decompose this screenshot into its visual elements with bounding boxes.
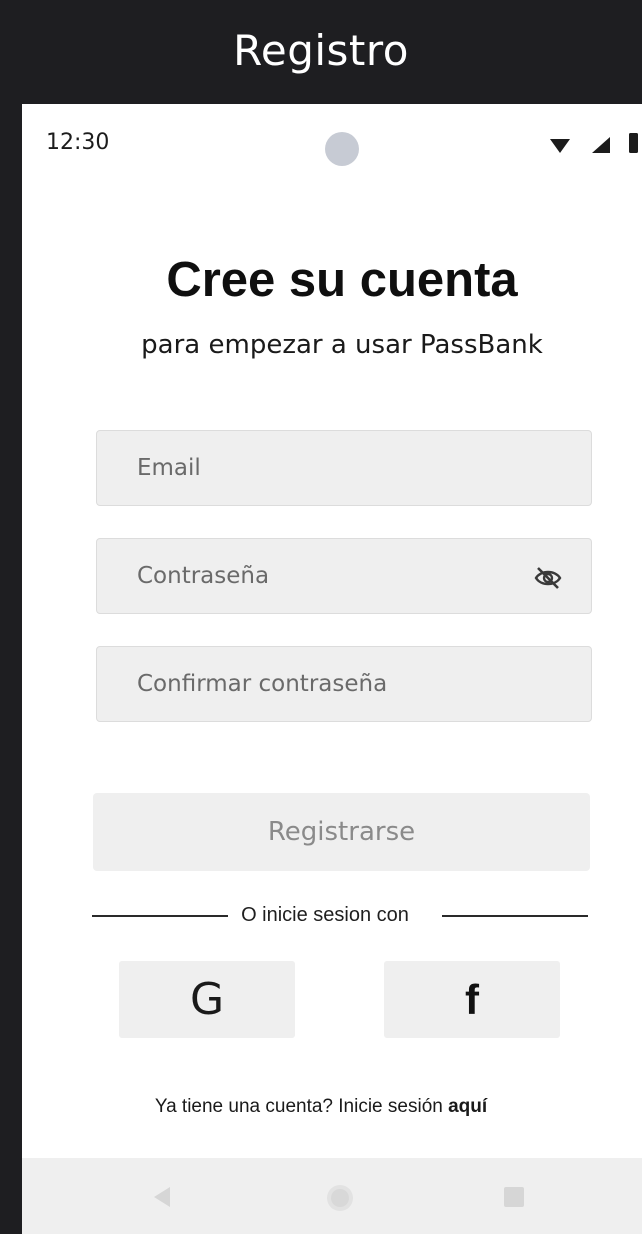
confirm-password-input[interactable] [97, 647, 591, 721]
back-icon[interactable] [152, 1186, 172, 1208]
wifi-icon [550, 139, 570, 153]
social-divider: O inicie sesion con [92, 904, 592, 928]
status-bar: 12:30 [22, 104, 642, 184]
frame-title: Registro [233, 25, 409, 75]
signal-icon [592, 137, 610, 153]
login-link[interactable]: aquí [448, 1096, 487, 1117]
google-icon: G [189, 974, 225, 1025]
login-prompt-text: Ya tiene una cuenta? Inicie sesión [154, 1096, 443, 1117]
eye-off-icon[interactable] [533, 565, 563, 591]
login-prompt: Ya tiene una cuenta? Inicie sesión aquí [22, 1096, 642, 1118]
phone-screen: 12:30 Cree su cuenta para empezar a usar… [22, 104, 642, 1234]
email-input[interactable] [97, 431, 591, 505]
facebook-login-button[interactable]: f [384, 961, 560, 1038]
google-login-button[interactable]: G [119, 961, 295, 1038]
status-time: 12:30 [46, 130, 110, 155]
register-button[interactable]: Registrarse [93, 793, 590, 871]
password-input[interactable] [97, 539, 591, 613]
status-icons [550, 133, 638, 153]
recents-icon[interactable] [503, 1186, 525, 1208]
confirm-password-field[interactable] [96, 646, 592, 722]
password-field[interactable] [96, 538, 592, 614]
page-subtitle: para empezar a usar PassBank [141, 330, 543, 360]
camera-cutout [325, 132, 359, 166]
system-nav-bar [22, 1158, 642, 1234]
battery-icon [629, 133, 638, 153]
page-title: Cree su cuenta [166, 253, 518, 307]
home-icon[interactable] [325, 1183, 355, 1213]
email-field[interactable] [96, 430, 592, 506]
facebook-icon: f [465, 975, 479, 1023]
divider-line-right [442, 915, 588, 917]
